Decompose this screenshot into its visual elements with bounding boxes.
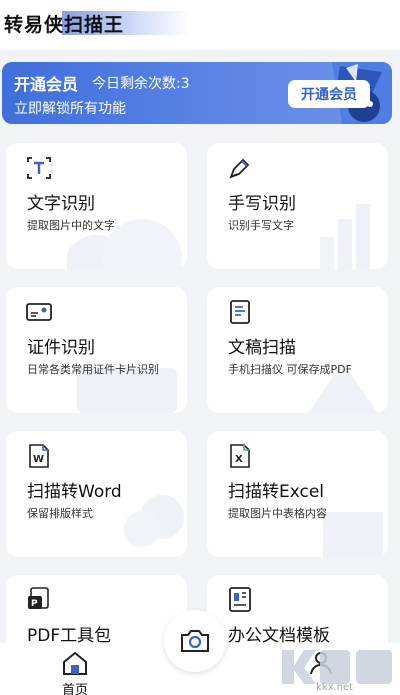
- svg-text:W: W: [33, 454, 44, 465]
- feature-card-scan-to-excel[interactable]: X 扫描转Excel 提取图片中表格内容: [207, 431, 388, 557]
- document-icon: [230, 300, 250, 324]
- camera-button[interactable]: [164, 610, 226, 672]
- open-vip-button[interactable]: 开通会员: [288, 80, 370, 108]
- feature-desc: 识别手写文字: [228, 219, 294, 232]
- svg-text:X: X: [235, 454, 243, 465]
- feature-title: 手写识别: [228, 194, 296, 214]
- tab-home[interactable]: 首页: [50, 645, 100, 695]
- feature-desc: 提取图片中的文字: [27, 219, 115, 232]
- feature-desc: 保留排版样式: [27, 507, 93, 520]
- camera-icon: [181, 630, 209, 652]
- feature-card-document-scan[interactable]: 文稿扫描 手机扫描仪 可保存成PDF: [207, 287, 388, 413]
- app-header: 转易侠扫描王: [0, 0, 400, 50]
- feature-title: 扫描转Word: [27, 482, 122, 502]
- tab-home-label: 首页: [61, 683, 88, 695]
- feature-title: 文稿扫描: [228, 338, 296, 358]
- app-title: 转易侠扫描王: [4, 14, 125, 36]
- feature-desc: 提取图片中表格内容: [228, 507, 327, 520]
- home-icon: [63, 651, 87, 675]
- watermark-text: kkx.net: [316, 682, 354, 693]
- feature-title: 文字识别: [27, 194, 95, 214]
- feature-desc: 日常各类常用证件卡片识别: [27, 363, 159, 376]
- feature-card-scan-to-word[interactable]: W 扫描转Word 保留排版样式: [6, 431, 187, 557]
- vip-banner[interactable]: 开通会员 今日剩余次数:3 立即解锁所有功能 开通会员: [2, 62, 392, 124]
- feature-title: 证件识别: [27, 338, 95, 358]
- vip-subtitle: 立即解锁所有功能: [14, 101, 126, 117]
- feature-card-id-recognition[interactable]: 证件识别 日常各类常用证件卡片识别: [6, 287, 187, 413]
- feature-title: 扫描转Excel: [228, 482, 325, 502]
- word-icon: W: [29, 444, 49, 468]
- vip-remaining-count: 今日剩余次数:3: [92, 76, 190, 92]
- feature-card-text-recognition[interactable]: 文字识别 提取图片中的文字: [6, 143, 187, 269]
- feature-desc: 手机扫描仪 可保存成PDF: [228, 363, 352, 376]
- feature-card-handwriting[interactable]: 手写识别 识别手写文字: [207, 143, 388, 269]
- excel-icon: X: [230, 444, 250, 468]
- text-recognition-icon: [27, 157, 51, 179]
- pdf-icon: P: [28, 587, 49, 609]
- pen-icon: [229, 158, 250, 179]
- id-card-icon: [26, 303, 52, 321]
- template-icon: [229, 587, 251, 612]
- svg-text:P: P: [31, 599, 38, 609]
- vip-title: 开通会员: [14, 75, 79, 94]
